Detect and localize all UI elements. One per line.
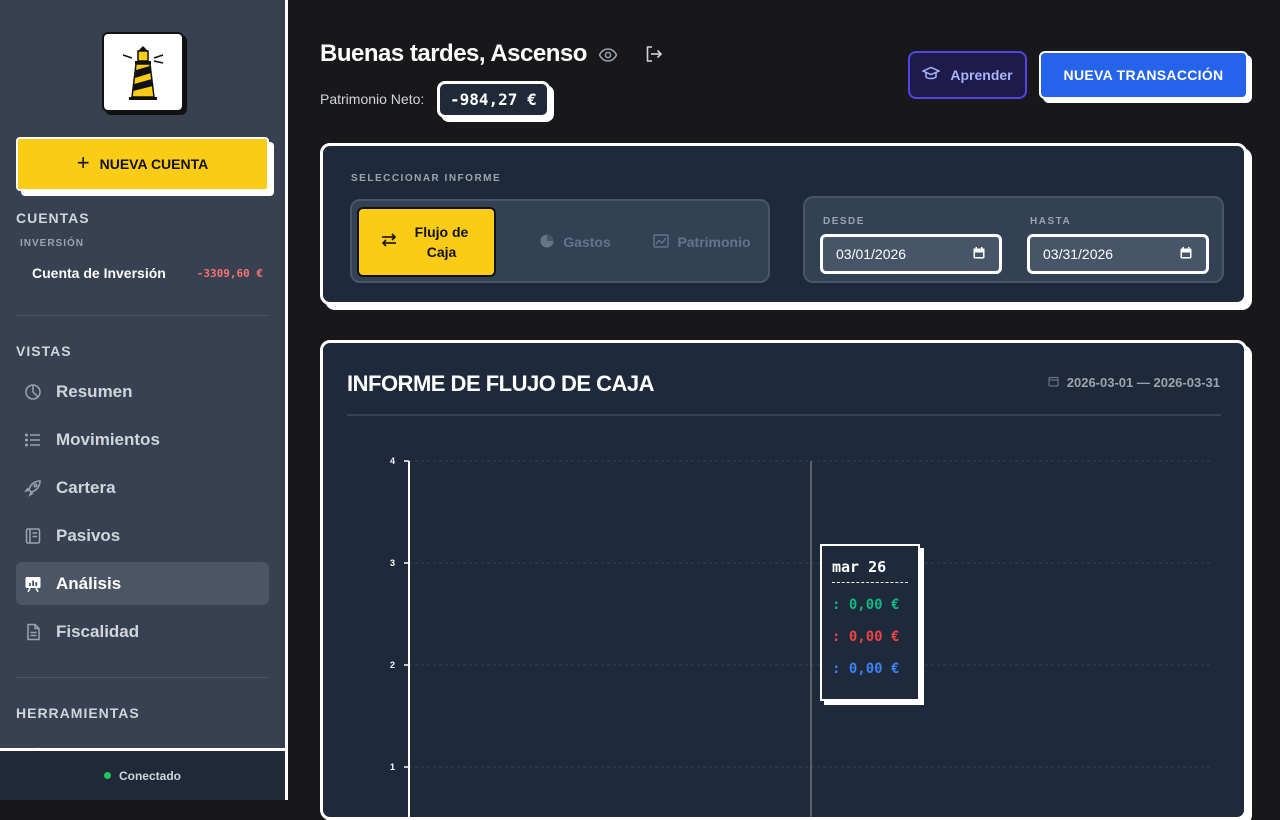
calendar-icon[interactable] (973, 246, 985, 262)
learn-label: Aprender (950, 67, 1013, 83)
status-dot-icon (103, 772, 111, 779)
chart-grid (409, 460, 1211, 768)
graduation-cap-icon (921, 66, 942, 85)
networth-value[interactable]: -984,27 € (437, 81, 550, 118)
tab-expenses[interactable]: Gastos (520, 207, 630, 277)
tab-net-worth-label: Patrimonio (677, 234, 751, 250)
document-icon (24, 623, 42, 641)
sidebar-item-label: Análisis (56, 573, 122, 593)
from-date-input[interactable]: 03/01/2026 (820, 234, 1002, 274)
from-date-label: DESDE (823, 216, 865, 227)
image-chart-icon (653, 233, 670, 251)
y-tick-label: 1 (390, 762, 395, 772)
sidebar-item-label: Pasivos (56, 525, 121, 545)
sidebar-item-partial[interactable] (16, 733, 269, 748)
account-balance: -3309,60 € (196, 266, 263, 280)
y-axis: 4 3 2 1 (390, 456, 410, 817)
sidebar-item-movimientos[interactable]: Movimientos (16, 418, 269, 461)
investment-subtitle: INVERSIÓN (20, 238, 85, 249)
greeting-title: Buenas tardes, Ascenso (320, 40, 587, 67)
rocket-icon (24, 479, 42, 497)
accounts-section-title: CUENTAS (16, 210, 90, 226)
account-item[interactable]: Cuenta de Inversión -3309,60 € (16, 259, 269, 287)
new-transaction-button[interactable]: NUEVA TRANSACCIÓN (1039, 51, 1248, 99)
pie-chart-icon (539, 233, 555, 252)
tooltip-income: : 0,00 € (832, 597, 900, 613)
date-range-filter: DESDE 03/01/2026 HASTA 03/31/2026 (803, 196, 1224, 283)
learn-button[interactable]: Aprender (908, 51, 1027, 99)
pie-chart-icon (24, 383, 42, 401)
cash-flow-chart[interactable]: 4 3 2 1 (323, 343, 1244, 817)
sidebar-item-label: Movimientos (56, 429, 160, 449)
y-tick-label: 4 (390, 456, 395, 466)
report-selector-label: SELECCIONAR INFORME (351, 173, 502, 184)
connection-status: Conectado (0, 748, 285, 800)
to-date-value: 03/31/2026 (1043, 246, 1114, 262)
presentation-chart-icon (24, 575, 42, 593)
new-account-button[interactable]: + NUEVA CUENTA (16, 137, 269, 191)
tooltip-date: mar 26 (832, 558, 908, 583)
app-logo[interactable] (102, 32, 184, 112)
tooltip-net: : 0,00 € (832, 661, 900, 677)
plus-icon: + (76, 150, 90, 175)
tab-expenses-label: Gastos (563, 234, 611, 250)
sidebar-scroll-area[interactable]: + NUEVA CUENTA CUENTAS INVERSIÓN Cuenta … (0, 0, 285, 748)
new-account-label: NUEVA CUENTA (99, 156, 209, 172)
sidebar-item-resumen[interactable]: Resumen (16, 370, 269, 413)
sidebar-item-label: Fiscalidad (56, 621, 140, 641)
report-type-selector: Flujo de Caja Gastos Patrimonio (350, 199, 770, 283)
networth-label: Patrimonio Neto: (320, 91, 425, 107)
sidebar-item-cartera[interactable]: Cartera (16, 466, 269, 509)
logout-icon[interactable] (644, 44, 664, 69)
chart-tooltip: mar 26 : 0,00 € : 0,00 € : 0,00 € (820, 544, 920, 701)
account-name: Cuenta de Inversión (32, 265, 166, 281)
sidebar-item-fiscalidad[interactable]: Fiscalidad (16, 610, 269, 653)
sidebar-item-label: Cartera (56, 477, 116, 497)
sidebar-divider (16, 677, 269, 678)
tools-section-title: HERRAMIENTAS (16, 705, 140, 721)
lighthouse-icon (122, 46, 164, 100)
from-date-value: 03/01/2026 (836, 246, 907, 262)
eye-icon[interactable] (598, 46, 618, 69)
cash-flow-report-panel: INFORME DE FLUJO DE CAJA 2026-03-01 — 20… (320, 340, 1247, 820)
tooltip-expenses: : 0,00 € (832, 629, 900, 645)
y-tick-label: 3 (390, 558, 395, 568)
tab-cash-flow[interactable]: Flujo de Caja (357, 207, 496, 277)
ledger-icon (24, 527, 42, 545)
sidebar-item-label: Resumen (56, 381, 133, 401)
tab-net-worth[interactable]: Patrimonio (640, 207, 764, 277)
sidebar-item-pasivos[interactable]: Pasivos (16, 514, 269, 557)
to-date-label: HASTA (1030, 216, 1072, 227)
swap-arrows-icon (381, 232, 397, 252)
sidebar-item-analisis[interactable]: Análisis (16, 562, 269, 605)
status-label: Conectado (118, 768, 181, 783)
report-selector-panel: SELECCIONAR INFORME Flujo de Caja Gastos… (320, 143, 1247, 305)
list-icon (24, 431, 42, 449)
views-section-title: VISTAS (16, 343, 72, 359)
y-tick-label: 2 (390, 660, 395, 670)
to-date-input[interactable]: 03/31/2026 (1027, 234, 1209, 274)
tab-cash-flow-label: Flujo de Caja (414, 224, 469, 260)
sidebar: + NUEVA CUENTA CUENTAS INVERSIÓN Cuenta … (0, 0, 288, 800)
calendar-icon[interactable] (1180, 246, 1192, 262)
sidebar-divider (16, 315, 269, 316)
